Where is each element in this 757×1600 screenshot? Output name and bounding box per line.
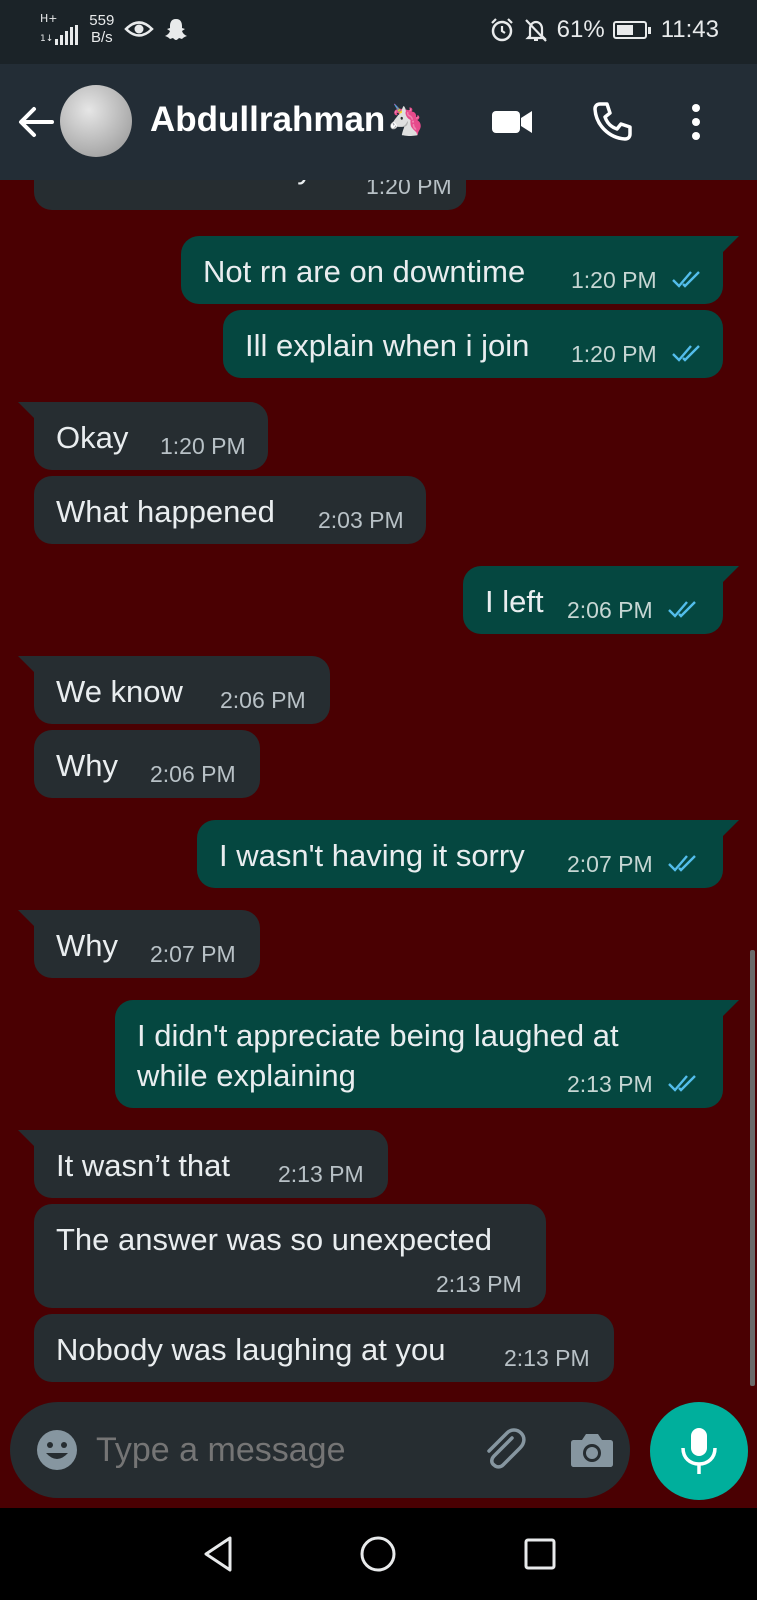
camera-icon[interactable] xyxy=(568,1426,616,1474)
nav-home-icon[interactable] xyxy=(356,1532,400,1576)
data-speed: 559 B/s xyxy=(89,12,114,46)
message-incoming[interactable]: What is technically 1:20 PM xyxy=(34,180,466,210)
emoji-icon[interactable] xyxy=(34,1427,80,1473)
message-outgoing[interactable]: Not rn are on downtime 1:20 PM xyxy=(181,236,723,304)
message-outgoing[interactable]: Ill explain when i join 1:20 PM xyxy=(223,310,723,378)
message-time: 1:20 PM xyxy=(160,433,246,459)
system-nav-bar xyxy=(0,1508,757,1600)
message-incoming[interactable]: Why 2:06 PM xyxy=(34,730,260,798)
message-time: 2:06 PM xyxy=(150,761,236,787)
voice-message-button[interactable] xyxy=(650,1402,748,1500)
message-input[interactable] xyxy=(96,1422,456,1478)
double-check-icon xyxy=(668,855,696,872)
eye-icon xyxy=(124,21,155,37)
status-right: 61% 11:43 xyxy=(489,16,719,44)
message-outgoing[interactable]: I didn't appreciate being laughed at whi… xyxy=(115,1000,723,1108)
message-incoming[interactable]: What happened 2:03 PM xyxy=(34,476,426,544)
data-speed-value: 559 xyxy=(89,12,115,29)
message-text: I wasn't having it sorry xyxy=(219,838,525,873)
message-time: 2:03 PM xyxy=(318,507,404,533)
message-text: What happened xyxy=(56,494,275,529)
message-time-text: 1:20 PM xyxy=(571,267,657,293)
message-text: Nobody was laughing at you xyxy=(56,1332,446,1367)
message-composer xyxy=(10,1402,630,1498)
message-time: 2:07 PM xyxy=(150,941,236,967)
message-time: 2:13 PM xyxy=(436,1271,522,1297)
message-incoming[interactable]: Okay 1:20 PM xyxy=(34,402,268,470)
arrow-left-icon[interactable] xyxy=(14,100,58,144)
message-time-text: 2:07 PM xyxy=(567,851,653,877)
message-time: 2:07 PM xyxy=(567,851,701,878)
message-outgoing[interactable]: I left 2:06 PM xyxy=(463,566,723,634)
network-arrows: 1↓ xyxy=(40,34,54,44)
double-check-icon xyxy=(668,1075,696,1092)
message-text: What is technically xyxy=(56,180,313,188)
network-indicator: H+ 1↓ xyxy=(40,13,79,45)
message-text: Okay xyxy=(56,420,129,455)
message-time-text: 2:06 PM xyxy=(567,597,653,623)
message-text: I didn't appreciate being laughed at whi… xyxy=(137,1016,619,1096)
battery-percent: 61% xyxy=(556,16,605,43)
message-time: 1:20 PM xyxy=(571,267,705,294)
snapchat-icon xyxy=(165,19,188,40)
message-text: Ill explain when i join xyxy=(245,328,530,363)
message-text: Why xyxy=(56,748,118,783)
more-vert-icon[interactable] xyxy=(672,98,720,146)
chat-header: Abdullrahman 🦄 xyxy=(0,64,757,180)
message-text: The answer was so unexpected xyxy=(56,1222,492,1257)
message-incoming[interactable]: We know 2:06 PM xyxy=(34,656,330,724)
avatar[interactable] xyxy=(60,85,132,157)
network-type: H+ xyxy=(40,12,58,25)
message-text: I left xyxy=(485,584,544,619)
message-time: 2:13 PM xyxy=(504,1345,590,1371)
nav-recents-icon[interactable] xyxy=(518,1532,562,1576)
message-text: Why xyxy=(56,928,118,963)
scrollbar[interactable] xyxy=(750,950,755,1386)
message-text: It wasn’t that xyxy=(56,1148,231,1183)
message-incoming[interactable]: Why 2:07 PM xyxy=(34,910,260,978)
phone-icon[interactable] xyxy=(588,98,636,146)
message-text: We know xyxy=(56,674,183,709)
battery-fill xyxy=(616,25,633,35)
mute-bell-icon xyxy=(524,19,547,42)
message-incoming[interactable]: The answer was so unexpected 2:13 PM xyxy=(34,1204,546,1308)
message-time: 2:13 PM xyxy=(278,1161,364,1187)
nav-back-icon[interactable] xyxy=(198,1532,242,1576)
video-call-icon[interactable] xyxy=(488,98,536,146)
status-left: H+ 1↓ 559 B/s xyxy=(40,12,188,46)
message-time-text: 2:13 PM xyxy=(567,1071,653,1097)
double-check-icon xyxy=(668,601,696,618)
message-outgoing[interactable]: I wasn't having it sorry 2:07 PM xyxy=(197,820,723,888)
message-text-line: I didn't appreciate being laughed at xyxy=(137,1018,619,1053)
alarm-icon xyxy=(490,18,513,42)
message-incoming[interactable]: Nobody was laughing at you 2:13 PM xyxy=(34,1314,614,1382)
status-bar: H+ 1↓ 559 B/s 61% 11:43 xyxy=(0,0,757,64)
message-incoming[interactable]: It wasn’t that 2:13 PM xyxy=(34,1130,388,1198)
contact-name[interactable]: Abdullrahman 🦄 xyxy=(150,100,425,140)
signal-icon xyxy=(55,25,79,45)
clock: 11:43 xyxy=(660,16,719,43)
contact-emoji: 🦄 xyxy=(387,102,425,138)
message-time: 2:13 PM xyxy=(567,1071,701,1098)
message-time: 2:06 PM xyxy=(567,597,701,624)
message-time: 1:20 PM xyxy=(571,341,705,368)
double-check-icon xyxy=(672,345,700,362)
message-text-line: while explaining xyxy=(137,1058,356,1093)
microphone-icon xyxy=(681,1428,717,1474)
double-check-icon xyxy=(672,271,700,288)
message-time-text: 1:20 PM xyxy=(571,341,657,367)
message-list[interactable]: What is technically 1:20 PM Not rn are o… xyxy=(0,180,757,1386)
message-time: 1:20 PM xyxy=(366,180,452,199)
message-text: Not rn are on downtime xyxy=(203,254,526,289)
battery-icon xyxy=(612,21,651,39)
paperclip-icon[interactable] xyxy=(478,1424,528,1474)
message-time: 2:06 PM xyxy=(220,687,306,713)
contact-name-text: Abdullrahman xyxy=(150,100,386,139)
data-speed-unit: B/s xyxy=(90,29,113,46)
